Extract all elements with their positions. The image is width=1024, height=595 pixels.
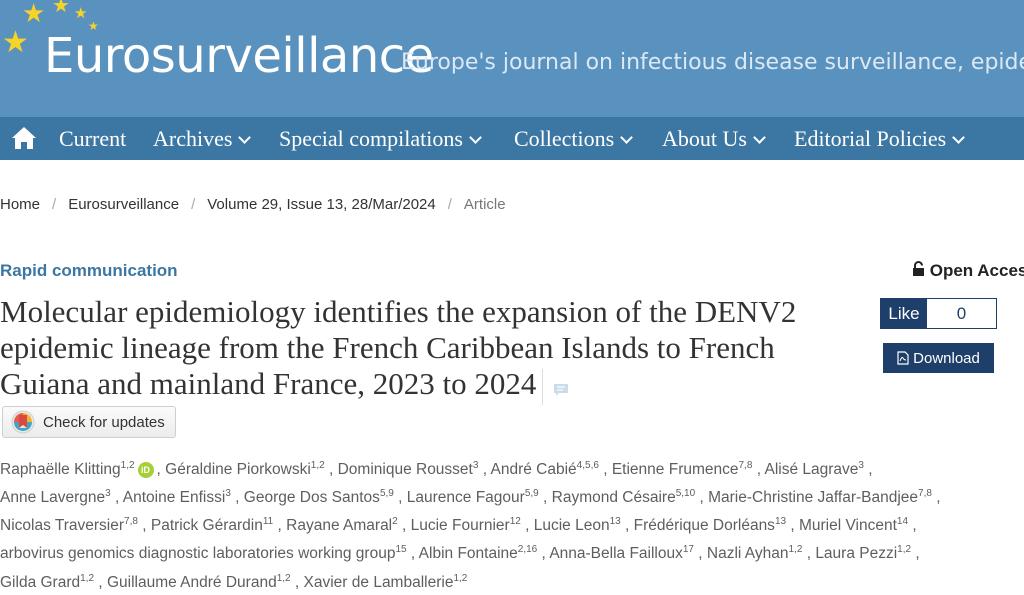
author-link[interactable]: Xavier de Lamballerie <box>304 574 454 591</box>
author-affiliation: 5,10 <box>675 488 696 500</box>
author-affiliation: 4,5,6 <box>576 460 599 471</box>
chevron-down-icon <box>952 131 966 144</box>
author-link[interactable]: Muriel Vincent <box>799 517 897 534</box>
breadcrumb: Home / Eurosurveillance / Volume 29, Issue 1… <box>0 196 506 213</box>
author-affiliation: 7,8 <box>738 460 753 471</box>
open-access-badge: Open Access <box>912 261 1024 281</box>
chevron-down-icon <box>620 131 634 144</box>
author-affiliation: 5,9 <box>379 488 394 500</box>
author-affiliation: 3 <box>225 488 231 500</box>
author-link[interactable]: Albin Fontaine <box>419 546 518 563</box>
author-affiliation: 11 <box>262 516 274 528</box>
author-affiliation: 13 <box>609 516 621 528</box>
author-affiliation: 3 <box>858 460 864 471</box>
chevron-down-icon <box>469 131 482 144</box>
main-navigation: Current Archives Special compilations Co… <box>0 117 1024 160</box>
article-title-text: Molecular epidemiology identifies the ex… <box>0 294 797 401</box>
breadcrumb-home[interactable]: Home <box>0 196 40 213</box>
author-affiliation: 1,2 <box>310 460 325 471</box>
author-link[interactable]: Nicolas Traversier <box>0 517 124 534</box>
author-link[interactable]: Frédérique Dorléans <box>634 517 775 534</box>
crossmark-icon <box>11 410 35 434</box>
nav-about-us[interactable]: About Us <box>662 126 766 152</box>
star-icon: ★ <box>52 0 70 17</box>
author-affiliation: 7,8 <box>124 516 138 528</box>
author-affiliation: 13 <box>774 516 787 528</box>
orcid-icon[interactable]: iD <box>137 462 154 479</box>
author-affiliation: 1,2 <box>120 460 135 471</box>
author-link[interactable]: arbovirus genomics diagnostic laboratori… <box>0 546 395 563</box>
author-affiliation: 1,2 <box>897 544 912 556</box>
author-link[interactable]: Laura Pezzi <box>815 546 897 563</box>
unlock-icon <box>913 261 924 276</box>
like-widget: Like 0 <box>880 298 997 329</box>
author-affiliation: 2 <box>392 516 398 528</box>
author-link[interactable]: Raymond Césaire <box>552 489 676 506</box>
author-link[interactable]: Antoine Enfissi <box>123 489 226 506</box>
author-link[interactable]: Nazli Ayhan <box>707 546 789 563</box>
chevron-down-icon <box>238 131 252 144</box>
author-link[interactable]: Anne Lavergne <box>0 489 105 506</box>
nav-archives[interactable]: Archives <box>153 126 252 152</box>
author-affiliation: 3 <box>105 488 111 500</box>
author-link[interactable]: André Cabié <box>491 461 577 478</box>
author-affiliation: 15 <box>395 544 407 556</box>
author-link[interactable]: Rayane Amaral <box>286 517 392 534</box>
star-icon: ★ <box>22 0 46 28</box>
author-link[interactable]: Patrick Gérardin <box>151 517 263 534</box>
check-for-updates-button[interactable]: Check for updates <box>2 406 176 438</box>
site-logo[interactable]: Eurosurveillance <box>44 28 434 84</box>
site-tagline: Europe's journal on infectious disease s… <box>401 50 1024 75</box>
author-link[interactable]: Gilda Grard <box>0 574 80 591</box>
nav-collections[interactable]: Collections <box>514 126 634 152</box>
download-label: Download <box>913 349 980 367</box>
comment-icon[interactable] <box>542 368 569 405</box>
author-link[interactable]: Guillaume André Durand <box>107 574 277 591</box>
check-updates-label: Check for updates <box>43 413 165 431</box>
author-link[interactable]: Géraldine Piorkowski <box>165 461 311 478</box>
author-link[interactable]: Dominique Rousset <box>338 461 473 478</box>
pdf-icon <box>897 351 909 365</box>
author-link[interactable]: Lucie Leon <box>534 517 610 534</box>
author-affiliation: 3 <box>472 460 479 471</box>
author-link[interactable]: Raphaëlle Klitting <box>0 461 121 478</box>
author-affiliation: 1,2 <box>788 544 803 556</box>
author-link[interactable]: Marie-Christine Jaffar-Bandjee <box>708 489 918 506</box>
author-link[interactable]: Lucie Fournier <box>411 517 510 534</box>
breadcrumb-issue[interactable]: Volume 29, Issue 13, 28/Mar/2024 <box>207 196 435 213</box>
article-type: Rapid communication <box>0 261 178 280</box>
masthead: ★ ★ ★ ★ ★ Eurosurveillance Europe's jour… <box>0 0 1024 117</box>
home-icon[interactable] <box>10 125 38 151</box>
breadcrumb-current: Article <box>463 196 506 213</box>
like-button[interactable]: Like <box>881 299 927 328</box>
author-affiliation: 14 <box>896 516 909 528</box>
breadcrumb-separator: / <box>191 196 196 213</box>
download-button[interactable]: Download <box>883 343 994 373</box>
star-icon: ★ <box>2 26 29 59</box>
open-access-label: Open Access <box>929 261 1024 280</box>
author-link[interactable]: Alisé Lagrave <box>764 461 858 478</box>
nav-current[interactable]: Current <box>59 126 126 152</box>
author-link[interactable]: Laurence Fagour <box>407 489 525 506</box>
breadcrumb-journal[interactable]: Eurosurveillance <box>68 196 179 213</box>
article-title: Molecular epidemiology identifies the ex… <box>0 294 840 405</box>
author-link[interactable]: Etienne Frumence <box>612 461 739 478</box>
breadcrumb-separator: / <box>447 196 452 213</box>
author-affiliation: 1,2 <box>453 572 468 584</box>
author-affiliation: 1,2 <box>80 572 95 584</box>
like-count: 0 <box>927 299 996 328</box>
author-affiliation: 17 <box>682 544 694 556</box>
nav-editorial-policies[interactable]: Editorial Policies <box>794 126 966 152</box>
star-icon: ★ <box>74 5 88 22</box>
author-affiliation: 5,9 <box>524 488 539 500</box>
author-affiliation: 12 <box>509 516 521 528</box>
author-affiliation: 2,16 <box>517 544 538 556</box>
nav-special-compilations[interactable]: Special compilations <box>279 126 482 152</box>
author-affiliation: 1,2 <box>276 572 291 584</box>
chevron-down-icon <box>753 131 766 144</box>
author-link[interactable]: Anna-Bella Failloux <box>549 546 683 563</box>
author-link[interactable]: George Dos Santos <box>244 489 380 506</box>
author-affiliation: 7,8 <box>918 488 932 500</box>
breadcrumb-separator: / <box>52 196 57 213</box>
